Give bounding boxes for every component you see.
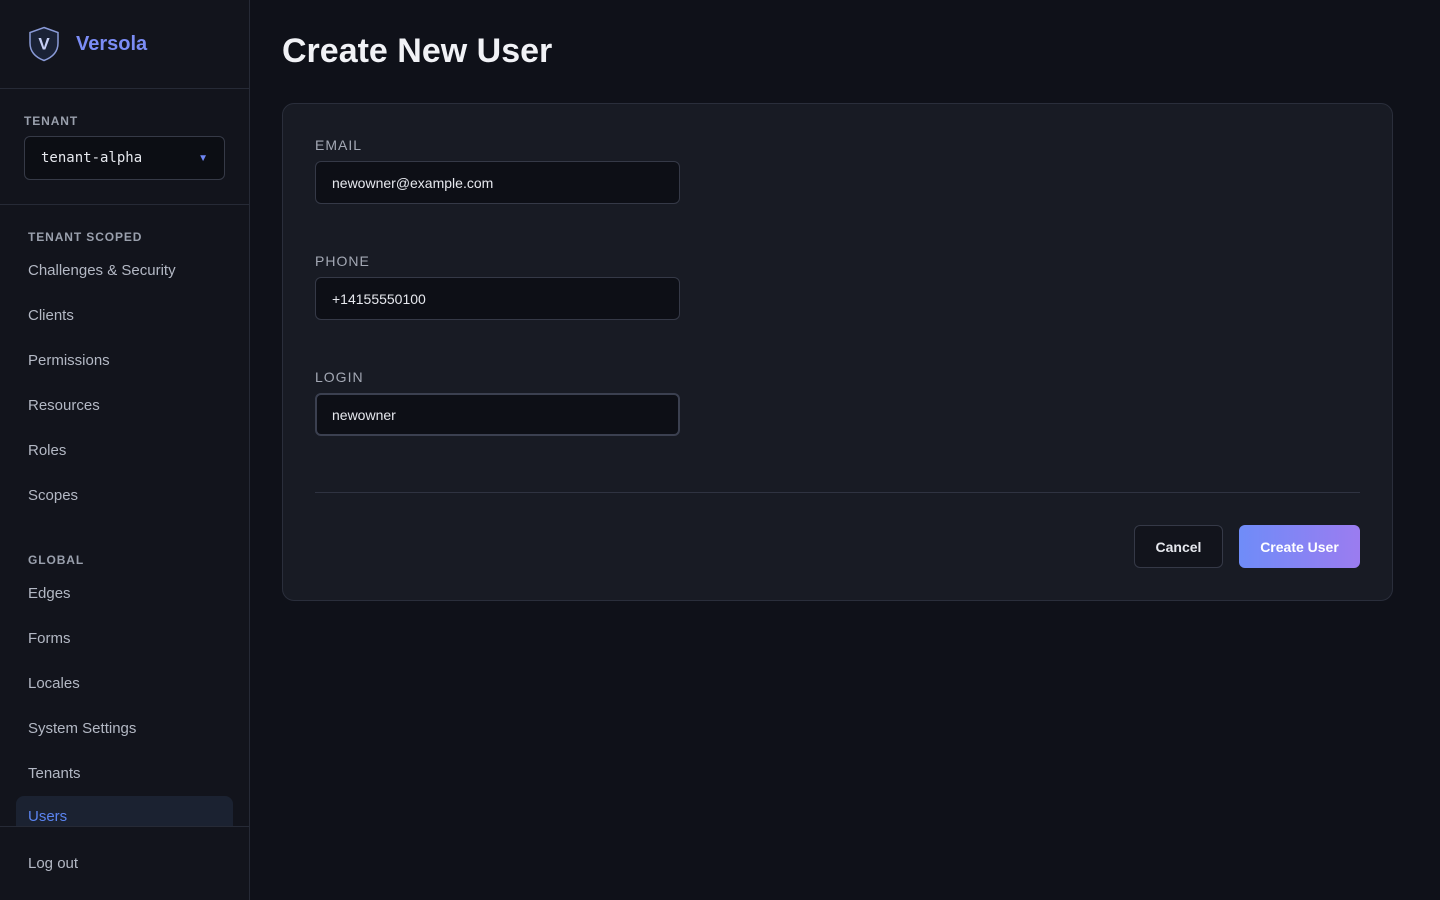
sidebar-nav: TENANT SCOPED Challenges & Security Clie… — [0, 205, 249, 826]
create-user-form: EMAIL PHONE LOGIN Cancel Create User — [282, 103, 1393, 601]
login-label: LOGIN — [315, 369, 364, 385]
sidebar-item-permissions[interactable]: Permissions — [16, 338, 233, 383]
login-field-group: LOGIN — [315, 369, 680, 436]
sidebar-item-challenges-security[interactable]: Challenges & Security — [16, 248, 233, 293]
sidebar-item-tenants[interactable]: Tenants — [16, 751, 233, 796]
sidebar-item-clients[interactable]: Clients — [16, 293, 233, 338]
tenant-select-value: tenant-alpha — [41, 150, 143, 166]
tenant-label: TENANT — [24, 114, 79, 128]
nav-group-tenant-scoped: TENANT SCOPED — [28, 230, 143, 244]
sidebar-footer: Log out — [0, 826, 249, 900]
sidebar-item-users[interactable]: Users — [16, 796, 233, 826]
email-field-group: EMAIL — [315, 137, 680, 204]
email-input[interactable] — [315, 161, 680, 204]
caret-down-icon: ▼ — [198, 152, 208, 164]
phone-field-group: PHONE — [315, 253, 680, 320]
form-divider — [315, 492, 1360, 493]
phone-label: PHONE — [315, 253, 370, 269]
sidebar-item-forms[interactable]: Forms — [16, 616, 233, 661]
shield-logo-icon: V — [29, 26, 59, 62]
sidebar: V Versola TENANT tenant-alpha ▼ TENANT S… — [0, 0, 250, 900]
login-input[interactable] — [315, 393, 680, 436]
sidebar-item-system-settings[interactable]: System Settings — [16, 706, 233, 751]
sidebar-item-edges[interactable]: Edges — [16, 571, 233, 616]
brand: V Versola — [0, 0, 249, 89]
logout-link[interactable]: Log out — [28, 855, 78, 872]
logo-letter: V — [38, 35, 50, 54]
sidebar-item-resources[interactable]: Resources — [16, 383, 233, 428]
sidebar-item-locales[interactable]: Locales — [16, 661, 233, 706]
email-label: EMAIL — [315, 137, 363, 153]
tenant-section: TENANT tenant-alpha ▼ — [0, 89, 249, 205]
brand-name: Versola — [76, 32, 148, 55]
tenant-select[interactable]: tenant-alpha ▼ — [24, 136, 225, 180]
sidebar-item-scopes[interactable]: Scopes — [16, 473, 233, 518]
create-user-button[interactable]: Create User — [1239, 525, 1360, 568]
cancel-button[interactable]: Cancel — [1134, 525, 1223, 568]
nav-group-global: GLOBAL — [28, 553, 85, 567]
main-content: Create New User EMAIL PHONE LOGIN Cancel… — [250, 0, 1440, 900]
phone-input[interactable] — [315, 277, 680, 320]
page-title: Create New User — [282, 32, 553, 70]
sidebar-item-roles[interactable]: Roles — [16, 428, 233, 473]
